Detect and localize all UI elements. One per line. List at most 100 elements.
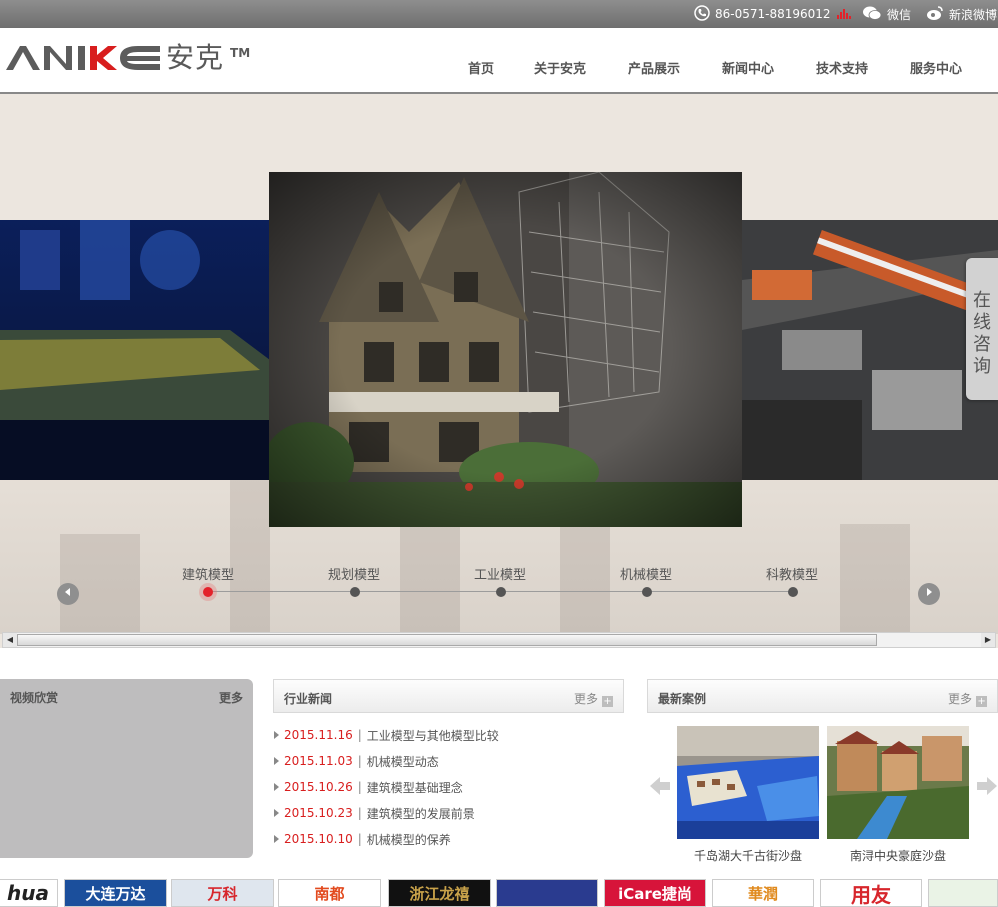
cases-prev-button[interactable]: [650, 777, 670, 798]
logo-tm: TM: [230, 46, 251, 60]
tab-education[interactable]: 科教模型: [752, 564, 832, 583]
news-date: 2015.11.16: [284, 728, 353, 742]
cases-next-button[interactable]: [977, 777, 997, 798]
news-text: 工业模型与其他模型比较: [366, 728, 499, 743]
news-text: 建筑模型的发展前景: [366, 806, 475, 821]
bullet-icon: [274, 731, 279, 739]
partner-logo-4[interactable]: 南都: [278, 879, 381, 907]
news-text: 机械模型动态: [366, 754, 439, 769]
news-text: 机械模型的保养: [366, 832, 451, 847]
partner-logo-6[interactable]: [496, 879, 598, 907]
news-date: 2015.11.03: [284, 754, 353, 768]
video-title: 视频欣赏: [10, 691, 59, 705]
nav-support[interactable]: 技术支持: [816, 58, 868, 77]
product-slider: 建筑模型 规划模型 工业模型 机械模型 科教模型 ◀ ▶: [0, 92, 998, 648]
online-consult-tab[interactable]: 在线咨询: [966, 258, 998, 400]
partner-logo-3[interactable]: 万科: [171, 879, 274, 907]
partner-logo-9[interactable]: 用友: [820, 879, 922, 907]
slider-dot-1[interactable]: [203, 587, 213, 597]
tab-industrial[interactable]: 工业模型: [460, 564, 540, 583]
plus-icon: +: [976, 696, 988, 707]
slide-main-image[interactable]: [269, 172, 742, 527]
slider-prev-button[interactable]: [57, 583, 79, 605]
partner-name: 南都: [314, 884, 345, 903]
slide-right-image[interactable]: [742, 220, 998, 480]
news-item[interactable]: 2015.10.23 | 建筑模型的发展前景: [274, 803, 475, 823]
anke-logo-icon: [6, 46, 160, 70]
tab-architecture[interactable]: 建筑模型: [168, 564, 248, 583]
bullet-icon: [274, 809, 279, 817]
phone-number: 86-0571-88196012: [715, 7, 831, 21]
case-caption-2[interactable]: 南浔中央豪庭沙盘: [827, 847, 969, 864]
news-more-link[interactable]: 更多 +: [574, 690, 614, 707]
scroll-left-icon[interactable]: ◀: [3, 633, 17, 647]
slider-next-button[interactable]: [918, 583, 940, 605]
partner-name: 大连万达: [85, 884, 146, 903]
tab-mechanical[interactable]: 机械模型: [606, 564, 686, 583]
news-item[interactable]: 2015.11.16 | 工业模型与其他模型比较: [274, 725, 499, 745]
wechat-label: 微信: [887, 7, 912, 22]
site-logo[interactable]: 安克 TM: [4, 40, 250, 80]
case-caption-1[interactable]: 千岛湖大千古街沙盘: [677, 847, 819, 864]
partner-name: 華潤: [747, 884, 778, 903]
weibo-icon: [926, 5, 944, 24]
case-image-1[interactable]: [677, 726, 819, 839]
news-date: 2015.10.26: [284, 780, 353, 794]
nav-about[interactable]: 关于安克: [534, 58, 586, 77]
weibo-label: 新浪微博: [949, 7, 998, 22]
slider-dot-4[interactable]: [642, 587, 652, 597]
nav-home[interactable]: 首页: [468, 58, 494, 77]
news-item[interactable]: 2015.10.10 | 机械模型的保养: [274, 829, 451, 849]
bullet-icon: [274, 783, 279, 791]
arrow-left-icon: [65, 588, 70, 596]
case-image-2[interactable]: [827, 726, 969, 839]
news-title: 行业新闻: [284, 692, 333, 706]
wechat-icon: [862, 5, 882, 24]
slider-dot-3[interactable]: [496, 587, 506, 597]
partner-logo-8[interactable]: 華潤: [712, 879, 814, 907]
partner-name: 用友: [851, 882, 891, 907]
bullet-icon: [274, 757, 279, 765]
wechat-link[interactable]: 微信: [862, 6, 911, 22]
partner-name: 万科: [207, 884, 238, 903]
scroll-right-icon[interactable]: ▶: [981, 633, 995, 647]
partner-logos: hua 大连万达 万科 南都 浙江龙禧 iCare捷尚 華潤 用友: [0, 879, 998, 907]
partner-logo-7[interactable]: iCare捷尚: [604, 879, 706, 907]
news-item[interactable]: 2015.11.03 | 机械模型动态: [274, 751, 439, 771]
tab-planning[interactable]: 规划模型: [314, 564, 394, 583]
scrollbar-thumb[interactable]: [17, 634, 877, 646]
cases-more-label: 更多: [948, 692, 973, 706]
weibo-link[interactable]: 新浪微博: [926, 5, 998, 24]
nav-service[interactable]: 服务中心: [910, 58, 962, 77]
partner-name: 浙江龙禧: [409, 884, 470, 903]
arrow-right-icon: [927, 588, 932, 596]
partner-logo-2[interactable]: 大连万达: [64, 879, 167, 907]
news-date: 2015.10.23: [284, 806, 353, 820]
partner-logo-5[interactable]: 浙江龙禧: [388, 879, 491, 907]
phone-icon: [694, 4, 710, 24]
slide-left-image[interactable]: [0, 220, 270, 480]
partner-name: hua: [7, 881, 49, 905]
partner-logo-10[interactable]: [928, 879, 998, 907]
news-header: 行业新闻 更多 +: [273, 679, 624, 713]
cases-title: 最新案例: [658, 692, 707, 706]
cases-header: 最新案例 更多 +: [647, 679, 998, 713]
nav-products[interactable]: 产品展示: [628, 58, 680, 77]
logo-chinese: 安克: [166, 41, 225, 74]
arrow-left-icon: [650, 777, 670, 795]
site-header: 安克 TM 首页 关于安克 产品展示 新闻中心 技术支持 服务中心: [0, 28, 998, 92]
cases-more-link[interactable]: 更多 +: [948, 690, 988, 707]
plus-icon: +: [602, 696, 614, 707]
partner-logo-1[interactable]: hua: [0, 879, 58, 907]
news-text: 建筑模型基础理念: [366, 780, 463, 795]
horizontal-scrollbar[interactable]: ◀ ▶: [2, 632, 996, 648]
slider-dot-2[interactable]: [350, 587, 360, 597]
slider-dot-5[interactable]: [788, 587, 798, 597]
top-bar: 86-0571-88196012 微信 新浪微博: [0, 0, 998, 28]
news-item[interactable]: 2015.10.26 | 建筑模型基础理念: [274, 777, 463, 797]
video-more-link[interactable]: 更多: [219, 689, 243, 706]
video-section: 视频欣赏 更多: [0, 679, 253, 858]
nav-news[interactable]: 新闻中心: [722, 58, 774, 77]
signal-icon: [836, 7, 853, 22]
arrow-right-icon: [977, 777, 997, 795]
